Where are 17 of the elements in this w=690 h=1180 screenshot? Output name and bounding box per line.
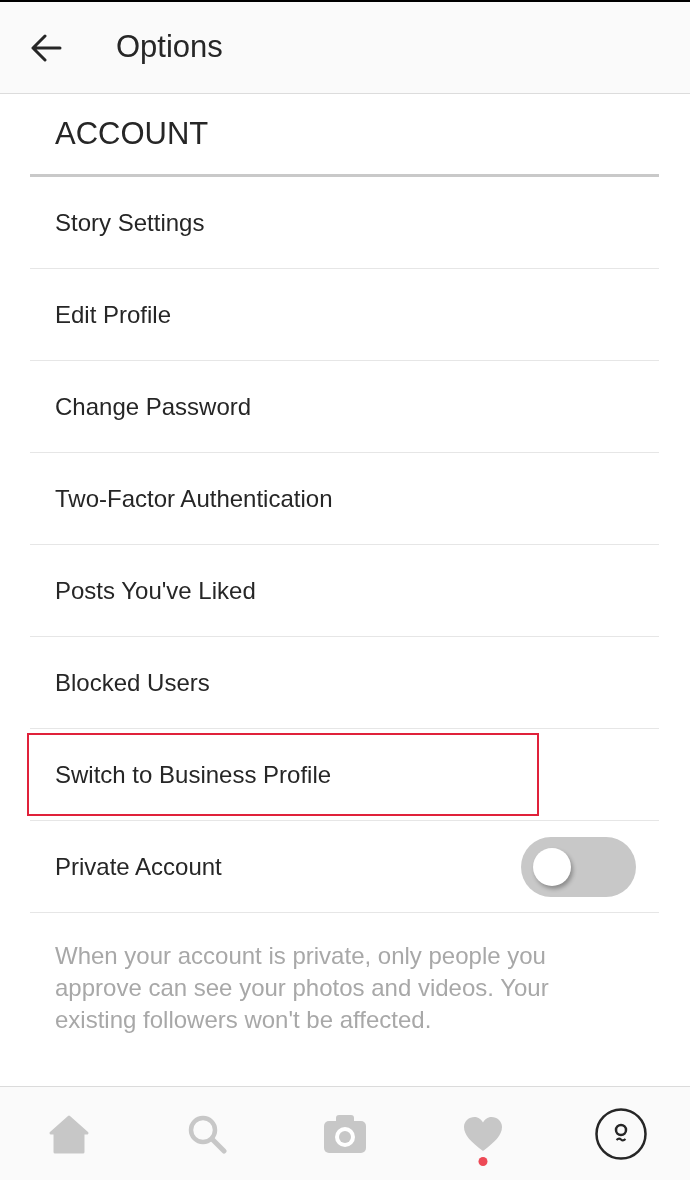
section-heading: ACCOUNT xyxy=(55,114,209,153)
menu-item[interactable]: Change Password xyxy=(30,361,659,453)
toggle-label: Private Account xyxy=(55,851,222,882)
privacy-note: When your account is private, only people you approve can see your photos and videos. Your existing followers won't be affected. xyxy=(54,941,550,1035)
page-title: Options xyxy=(116,28,223,67)
menu-item[interactable]: Switch to Business Profile xyxy=(30,729,659,821)
search-icon xyxy=(187,1113,227,1154)
heart-icon xyxy=(463,1115,503,1152)
profile-avatar-icon xyxy=(595,1107,647,1160)
camera-icon xyxy=(323,1113,367,1154)
menu-item[interactable]: Story Settings xyxy=(30,177,659,269)
home-icon xyxy=(48,1113,90,1154)
menu-item[interactable]: Posts You've Liked xyxy=(30,545,659,637)
menu-item[interactable]: Two-Factor Authentication xyxy=(30,453,659,545)
menu-item[interactable]: Edit Profile xyxy=(30,269,659,361)
menu-item[interactable]: Blocked Users xyxy=(30,637,659,729)
back-arrow-icon xyxy=(30,33,62,62)
